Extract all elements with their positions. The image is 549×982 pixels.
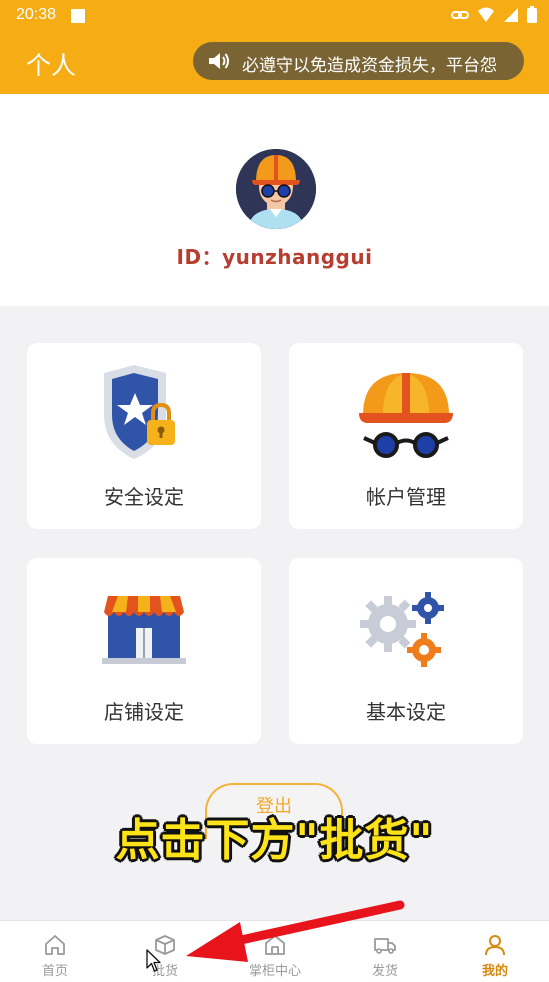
account-management-card[interactable]: 帐户管理 (289, 343, 523, 529)
store-icon (102, 596, 186, 664)
card-label: 安全设定 (104, 485, 184, 509)
nav-item-wholesale[interactable]: 批货 (110, 921, 220, 981)
status-time: 20:38 (16, 6, 57, 23)
status-icons (451, 6, 537, 23)
home-icon (45, 935, 65, 955)
page-title: 个人 (26, 51, 77, 80)
nav-label: 我的 (481, 964, 508, 979)
security-settings-card[interactable]: 安全设定 (27, 343, 261, 529)
avatar[interactable] (236, 149, 316, 229)
wifi-icon (478, 7, 494, 22)
notification-icon (71, 9, 85, 23)
notice-text: 必遵守以免造成资金损失，平台怨 (242, 56, 497, 76)
notice-marquee[interactable]: 必遵守以免造成资金损失，平台怨 (193, 42, 524, 80)
battery-icon (527, 6, 537, 23)
nav-item-shop-center[interactable]: 掌柜中心 (220, 921, 330, 981)
status-bar: 20:38 (0, 0, 549, 32)
card-label: 帐户管理 (366, 485, 446, 509)
nav-item-home[interactable]: 首页 (0, 921, 110, 981)
signal-icon (504, 7, 518, 22)
nav-label: 首页 (41, 964, 68, 979)
card-label: 店铺设定 (104, 700, 184, 724)
app-header: 个人 必遵守以免造成资金损失，平台怨 (0, 32, 549, 94)
truck-icon (374, 938, 396, 954)
store-settings-card[interactable]: 店铺设定 (27, 558, 261, 744)
shield-lock-icon (104, 365, 175, 459)
basic-settings-card[interactable]: 基本设定 (289, 558, 523, 744)
tutorial-caption: 点击下方"批货" (115, 815, 434, 866)
nav-item-ship[interactable]: 发货 (330, 921, 440, 981)
nav-label: 批货 (151, 964, 178, 979)
gears-icon (360, 592, 444, 667)
nav-label: 掌柜中心 (248, 964, 301, 979)
person-icon (485, 935, 505, 956)
user-id: ID：yunzhanggui (176, 245, 373, 269)
shop-center-icon (265, 935, 285, 955)
profile-section: ID：yunzhanggui (0, 94, 549, 306)
speaker-icon (209, 53, 229, 69)
bottom-nav: 首页 批货 掌柜中心 发货 我的 (0, 920, 549, 982)
box-icon (155, 935, 175, 955)
nav-item-mine[interactable]: 我的 (440, 921, 549, 981)
account-cap-icon (359, 373, 453, 458)
nav-label: 发货 (371, 964, 398, 979)
link-icon (451, 10, 469, 19)
card-label: 基本设定 (366, 700, 446, 724)
